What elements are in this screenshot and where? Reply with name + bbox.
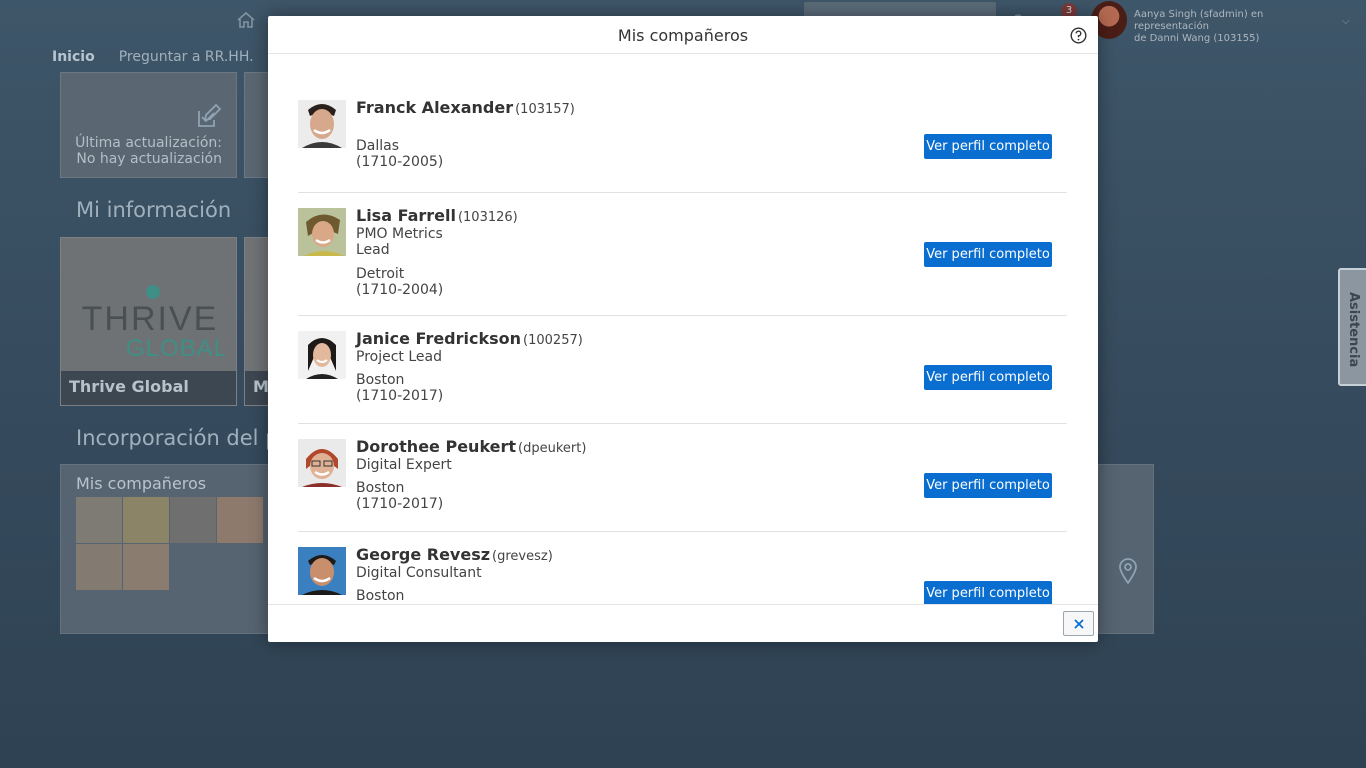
peer-avatars xyxy=(76,497,286,590)
view-full-profile-button[interactable]: Ver perfil completo xyxy=(924,473,1052,498)
avatar xyxy=(170,497,216,543)
person-info: Janice Fredrickson (100257) Project Lead … xyxy=(356,329,896,405)
person-id: (dpeukert) xyxy=(518,441,587,456)
avatar xyxy=(123,497,169,543)
update-tile[interactable]: Última actualización: No hay actualizaci… xyxy=(60,72,237,178)
update-line2: No hay actualización xyxy=(76,151,222,167)
person-org: (1710-2017) xyxy=(356,496,444,512)
person-title: Project Lead xyxy=(356,349,442,365)
section-title-my-info: Mi información xyxy=(76,198,232,222)
tab-home[interactable]: Inicio xyxy=(52,49,95,65)
person-location: Boston xyxy=(356,588,405,604)
person-info: Dorothee Peukert (dpeukert) Digital Exper… xyxy=(356,437,896,513)
person-location: Boston xyxy=(356,372,405,388)
person-title: Digital Expert xyxy=(356,457,452,473)
person-info: Franck Alexander (103157) Dallas (1710-20… xyxy=(356,98,896,171)
person-name[interactable]: Janice Fredrickson xyxy=(356,329,521,348)
assistance-side-tab[interactable]: Asistencia xyxy=(1338,268,1366,386)
svg-text:GLOBAL: GLOBAL xyxy=(126,335,225,362)
list-item: Franck Alexander (103157) Dallas (1710-20… xyxy=(298,100,1067,193)
thrive-global-logo: THRIVE GLOBAL xyxy=(82,285,225,362)
nav-tabs: Inicio Preguntar a RR.HH. xyxy=(52,49,254,65)
person-id: (103157) xyxy=(515,102,575,117)
view-full-profile-button[interactable]: Ver perfil completo xyxy=(924,581,1052,604)
person-title: PMO Metrics xyxy=(356,226,443,242)
person-id: (100257) xyxy=(523,333,583,348)
edit-check-icon xyxy=(198,103,222,127)
person-name[interactable]: Lisa Farrell xyxy=(356,206,456,225)
avatar xyxy=(76,544,122,590)
list-item: Janice Fredrickson (100257) Project Lead … xyxy=(298,331,1067,424)
person-name[interactable]: Dorothee Peukert xyxy=(356,437,516,456)
person-location: Boston xyxy=(356,480,405,496)
view-full-profile-button[interactable]: Ver perfil completo xyxy=(924,134,1052,159)
person-location: Detroit xyxy=(356,266,405,282)
my-peers-dialog: Mis compañeros Franck Alexander (103157) … xyxy=(268,16,1098,642)
person-id: (grevesz) xyxy=(492,549,553,564)
view-full-profile-button[interactable]: Ver perfil completo xyxy=(924,242,1052,267)
update-status: Última actualización: No hay actualizaci… xyxy=(61,135,222,167)
chevron-down-icon[interactable]: ⌵ xyxy=(1342,16,1350,27)
person-title-line2: Lead xyxy=(356,242,390,258)
dialog-header: Mis compañeros xyxy=(268,16,1098,54)
avatar xyxy=(76,497,122,543)
person-location: Dallas xyxy=(356,138,400,154)
avatar xyxy=(298,547,346,595)
thrive-global-label: Thrive Global xyxy=(61,371,236,405)
person-title: Digital Consultant xyxy=(356,565,482,581)
person-name[interactable]: George Revesz xyxy=(356,545,490,564)
user-name-line1: Aanya Singh (sfadmin) en representación xyxy=(1134,9,1264,32)
view-full-profile-button[interactable]: Ver perfil completo xyxy=(924,365,1052,390)
person-org: (1710-2005) xyxy=(356,154,444,170)
avatar xyxy=(123,544,169,590)
update-line1: Última actualización: xyxy=(75,135,222,151)
list-item: Lisa Farrell (103126) PMO Metrics Lead De… xyxy=(298,208,1067,316)
svg-text:THRIVE: THRIVE xyxy=(82,300,219,338)
dialog-footer xyxy=(268,604,1098,642)
person-org: (1710-2004) xyxy=(356,282,444,298)
home-icon[interactable] xyxy=(236,11,256,29)
avatar xyxy=(298,331,346,379)
user-name[interactable]: Aanya Singh (sfadmin) en representación … xyxy=(1134,9,1334,45)
list-item: George Revesz (grevesz) Digital Consultan… xyxy=(298,547,1067,604)
avatar xyxy=(217,497,263,543)
close-icon xyxy=(1073,618,1084,629)
person-org: (1710-2017) xyxy=(356,388,444,404)
tab-ask-hr[interactable]: Preguntar a RR.HH. xyxy=(119,49,254,65)
user-name-line2: de Danni Wang (103155) xyxy=(1134,33,1260,44)
location-pin-icon xyxy=(1119,558,1137,585)
peers-title: Mis compañeros xyxy=(76,474,207,493)
thrive-global-tile[interactable]: THRIVE GLOBAL Thrive Global xyxy=(60,237,237,406)
person-name[interactable]: Franck Alexander xyxy=(356,98,513,117)
dialog-title: Mis compañeros xyxy=(617,26,749,45)
close-button[interactable] xyxy=(1063,611,1094,636)
dialog-body[interactable]: Franck Alexander (103157) Dallas (1710-20… xyxy=(268,55,1098,604)
avatar xyxy=(298,208,346,256)
avatar xyxy=(298,439,346,487)
help-icon[interactable] xyxy=(1070,27,1087,44)
person-id: (103126) xyxy=(457,210,518,225)
avatar xyxy=(298,100,346,148)
person-info: George Revesz (grevesz) Digital Consultan… xyxy=(356,545,896,605)
person-info: Lisa Farrell (103126) PMO Metrics Lead De… xyxy=(356,206,896,299)
list-item: Dorothee Peukert (dpeukert) Digital Exper… xyxy=(298,439,1067,532)
